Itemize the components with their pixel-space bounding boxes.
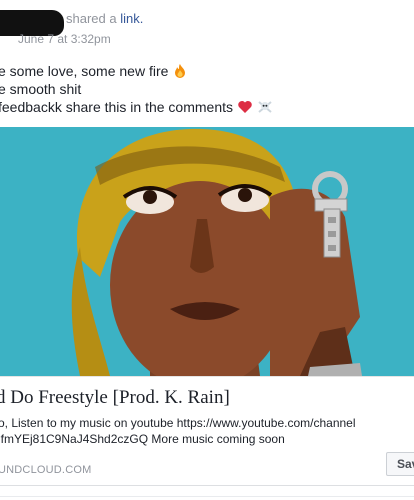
shared-link[interactable]: link. <box>120 11 143 26</box>
portrait-illustration <box>0 127 414 376</box>
post-line-text: e some love, some new fire <box>0 63 169 79</box>
divider <box>0 496 414 497</box>
preview-title[interactable]: d Do Freestyle [Prod. K. Rain] <box>0 387 230 409</box>
preview-description: o, Listen to my music on youtube https:/… <box>0 415 356 447</box>
post-card: shared a link. June 7 at 3:32pm e some l… <box>0 0 414 500</box>
post-line: e smooth shit <box>0 80 273 98</box>
preview-source-domain: UNDCLOUD.COM <box>0 464 92 476</box>
post-line: e some love, some new fire <box>0 62 273 80</box>
link-preview[interactable]: d Do Freestyle [Prod. K. Rain] o, Listen… <box>0 376 414 486</box>
post-line-text: feedbackk share this in the comments <box>0 99 234 115</box>
post-timestamp[interactable]: June 7 at 3:32pm <box>18 32 111 46</box>
save-button[interactable]: Sav <box>386 452 414 476</box>
post-header: shared a link. <box>66 11 143 26</box>
skull-crossbones-emoji-icon <box>258 101 272 113</box>
post-line-text: e smooth shit <box>0 81 82 97</box>
preview-description-line: lfmYEj81C9NaJ4Shd2czGQ More music coming… <box>0 432 285 446</box>
post-message: e some love, some new fire e smooth shit… <box>0 62 273 116</box>
link-preview-image[interactable] <box>0 127 414 376</box>
preview-description-line: o, Listen to my music on youtube https:/… <box>0 416 356 430</box>
post-line: feedbackk share this in the comments <box>0 98 273 116</box>
fire-emoji-icon <box>175 64 186 78</box>
heart-emoji-icon <box>238 101 252 113</box>
shared-text: shared a <box>66 11 117 26</box>
